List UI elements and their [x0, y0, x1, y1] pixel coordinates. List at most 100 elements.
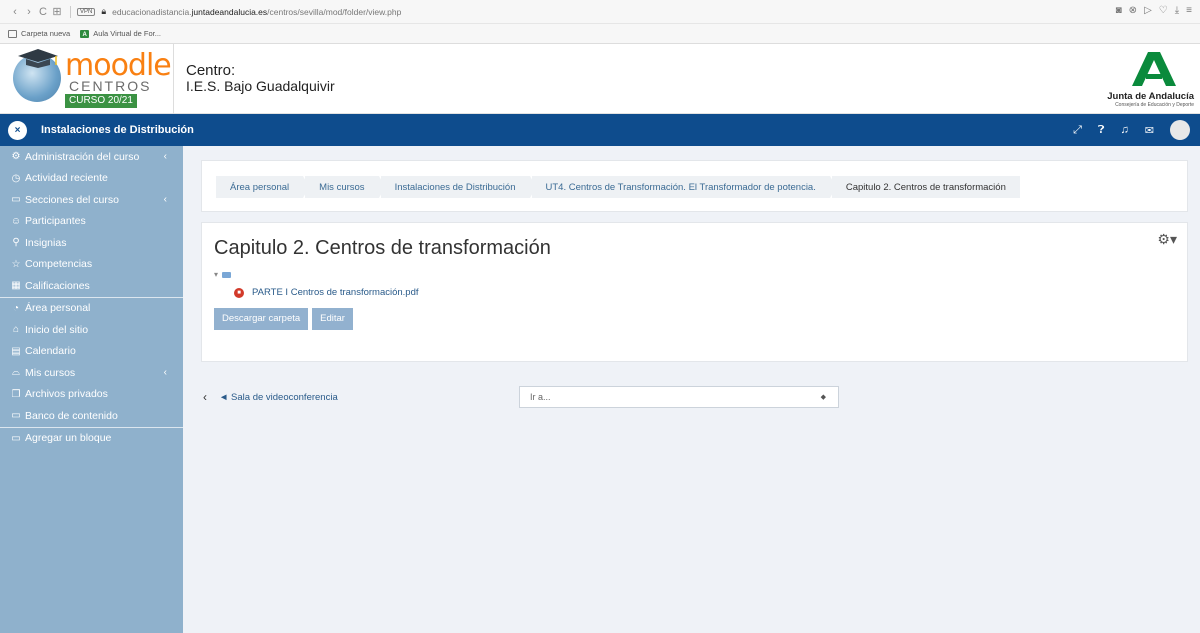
junta-name: Junta de Andalucía: [1107, 91, 1194, 102]
heart-icon[interactable]: ♡: [1159, 5, 1168, 16]
sidebar-item-archivos[interactable]: ❐ Archivos privados: [0, 384, 183, 406]
download-icon[interactable]: ⤓: [1175, 5, 1179, 16]
url-prefix: educacionadistancia.: [112, 6, 192, 17]
lock-icon[interactable]: 🔒︎: [101, 6, 106, 17]
gears-icon: ⚙: [11, 151, 21, 163]
table-icon: ▦: [11, 280, 21, 292]
folder-icon: ▭: [11, 194, 21, 206]
sidebar-item-area-personal[interactable]: ◔ Área personal: [0, 298, 183, 320]
curso-badge: CURSO 20/21: [65, 93, 137, 108]
page-title: Capitulo 2. Centros de transformación: [214, 237, 551, 259]
folder-actions: Descargar carpeta Editar: [214, 308, 1175, 330]
file-name: PARTE I Centros de transformación.pdf: [252, 287, 419, 298]
gear-icon[interactable]: ⚙▾: [1157, 231, 1177, 248]
badge-icon: ⚲: [12, 237, 20, 249]
expand-icon[interactable]: ⤢: [1073, 124, 1082, 137]
select-arrows-icon: ◆: [820, 394, 826, 401]
junta-subtitle: Consejería de Educación y Deporte: [1115, 102, 1194, 108]
bookmark-label: Aula Virtual de For...: [93, 29, 162, 38]
sidebar-item-calendario[interactable]: ▤ Calendario: [0, 341, 183, 363]
sidebar-item-banco[interactable]: ▭ Banco de contenido: [0, 405, 183, 427]
download-folder-button[interactable]: Descargar carpeta: [214, 308, 309, 330]
sidebar-item-label: Competencias: [25, 258, 93, 271]
main-wrap: ⚙ Administración del curso ‹ ◷ Actividad re…: [0, 146, 1200, 633]
url-path: /centros/sevilla/mod/folder/view.php: [267, 6, 402, 17]
sidebar-item-label: Participantes: [25, 215, 86, 228]
nav-drawer: ⚙ Administración del curso ‹ ◷ Actividad re…: [0, 146, 183, 633]
sidebar-group-course: ⚙ Administración del curso ‹ ◷ Actividad re…: [0, 146, 183, 298]
file-link[interactable]: ■ PARTE I Centros de transformación.pdf: [234, 287, 1175, 298]
sidebar-item-label: Mis cursos: [25, 366, 76, 379]
graduation-cap-icon: ⌓: [12, 367, 20, 379]
breadcrumb-course[interactable]: Instalaciones de Distribución: [380, 176, 536, 198]
reload-icon[interactable]: C: [36, 6, 50, 18]
centro-info: Centro: I.E.S. Bajo Guadalquivir: [186, 63, 335, 94]
users-icon: ☺: [10, 215, 22, 227]
breadcrumb-section[interactable]: UT4. Centros de Transformación. El Trans…: [531, 176, 837, 198]
prev-activity-link[interactable]: ◄ Sala de videoconferencia: [219, 392, 338, 403]
course-title[interactable]: Instalaciones de Distribución: [41, 124, 194, 136]
files-icon: ❐: [11, 388, 21, 400]
sidebar-item-secciones[interactable]: ▭ Secciones del curso ‹: [0, 189, 183, 211]
chevron-left-icon[interactable]: ‹: [203, 390, 207, 404]
help-icon[interactable]: ❓︎: [1098, 124, 1105, 137]
sidebar-item-participantes[interactable]: ☺ Participantes: [0, 211, 183, 233]
sidebar-item-inicio[interactable]: ⌂ Inicio del sitio: [0, 319, 183, 341]
sidebar-item-insignias[interactable]: ⚲ Insignias: [0, 232, 183, 254]
folder-tree-root[interactable]: ▾: [214, 270, 1175, 279]
shield-icon[interactable]: ⊗: [1129, 5, 1137, 16]
sidebar-item-administracion[interactable]: ⚙ Administración del curso ‹: [0, 146, 183, 168]
breadcrumb-card: Área personal Mis cursos Instalaciones d…: [201, 160, 1188, 212]
activity-navigation: ‹ ◄ Sala de videoconferencia Ir a... ◆: [201, 386, 1191, 408]
apps-grid-icon[interactable]: ⊞: [50, 5, 64, 18]
forward-icon[interactable]: ›: [22, 6, 36, 18]
sidebar-item-competencias[interactable]: ☆ Competencias: [0, 254, 183, 276]
breadcrumb-mis-cursos[interactable]: Mis cursos: [305, 176, 386, 198]
bookmark-aula-virtual[interactable]: A Aula Virtual de For...: [80, 29, 161, 38]
close-drawer-button[interactable]: ×: [8, 120, 27, 140]
bookmark-carpeta-nueva[interactable]: Carpeta nueva: [8, 29, 70, 38]
navbar-icons: ⤢ ❓︎ ♫ ✉: [1073, 120, 1190, 140]
junta-a-icon: [1132, 52, 1176, 86]
chevron-left-icon: ‹: [163, 367, 167, 379]
sidebar-item-agregar-bloque[interactable]: ▭ Agregar un bloque: [0, 428, 183, 450]
folder-icon: ▭: [11, 432, 21, 444]
message-icon[interactable]: ✉: [1145, 124, 1154, 137]
menu-icon[interactable]: ≡: [1186, 5, 1192, 16]
dashboard-icon: ◔: [12, 302, 20, 314]
sidebar-item-mis-cursos[interactable]: ⌓ Mis cursos ‹: [0, 362, 183, 384]
star-icon: ☆: [11, 258, 21, 270]
sidebar-item-calificaciones[interactable]: ▦ Calificaciones: [0, 275, 183, 297]
breadcrumb-area-personal[interactable]: Área personal: [216, 176, 310, 198]
camera-icon[interactable]: ◙: [1116, 5, 1122, 16]
graduation-cap-icon: [18, 48, 58, 68]
moodle-centros-logo[interactable]: moodle CENTROS CURSO 20/21: [0, 43, 174, 114]
centro-name: I.E.S. Bajo Guadalquivir: [186, 78, 335, 94]
address-bar[interactable]: educacionadistancia.juntadeandalucia.es/…: [112, 7, 401, 17]
browser-toolbar: ‹ › C ⊞ VPN 🔒︎ educacionadistancia.junta…: [0, 0, 1200, 24]
bell-icon[interactable]: ♫: [1121, 124, 1129, 136]
chevron-left-icon: ‹: [163, 151, 167, 163]
sidebar-item-label: Secciones del curso: [25, 193, 119, 206]
sidebar-group-blocks: ▭ Agregar un bloque: [0, 428, 183, 450]
calendar-icon: ▤: [11, 345, 21, 357]
sidebar-item-label: Archivos privados: [25, 388, 108, 401]
breadcrumb-current[interactable]: Capitulo 2. Centros de transformación: [831, 176, 1020, 198]
play-icon[interactable]: ▷: [1144, 5, 1152, 16]
edit-button[interactable]: Editar: [312, 308, 353, 330]
vpn-badge[interactable]: VPN: [77, 7, 96, 16]
bookmarks-bar: Carpeta nueva A Aula Virtual de For...: [0, 24, 1200, 44]
page-content: Área personal Mis cursos Instalaciones d…: [183, 146, 1200, 633]
aula-virtual-icon: A: [80, 29, 90, 38]
sidebar-group-site: ◔ Área personal ⌂ Inicio del sitio ▤ Calend…: [0, 298, 183, 428]
sidebar-item-label: Área personal: [25, 302, 91, 315]
sidebar-item-label: Insignias: [25, 236, 67, 249]
folder-icon: ▭: [11, 410, 21, 422]
folder-card: Capitulo 2. Centros de transformación ⚙▾…: [201, 222, 1188, 362]
jump-to-select[interactable]: Ir a... ◆: [519, 386, 839, 408]
junta-logo[interactable]: Junta de Andalucía Consejería de Educaci…: [1084, 52, 1194, 108]
back-icon[interactable]: ‹: [8, 6, 22, 18]
user-avatar[interactable]: [1170, 120, 1190, 140]
url-domain: juntadeandalucia.es: [191, 6, 268, 17]
sidebar-item-actividad[interactable]: ◷ Actividad reciente: [0, 168, 183, 190]
